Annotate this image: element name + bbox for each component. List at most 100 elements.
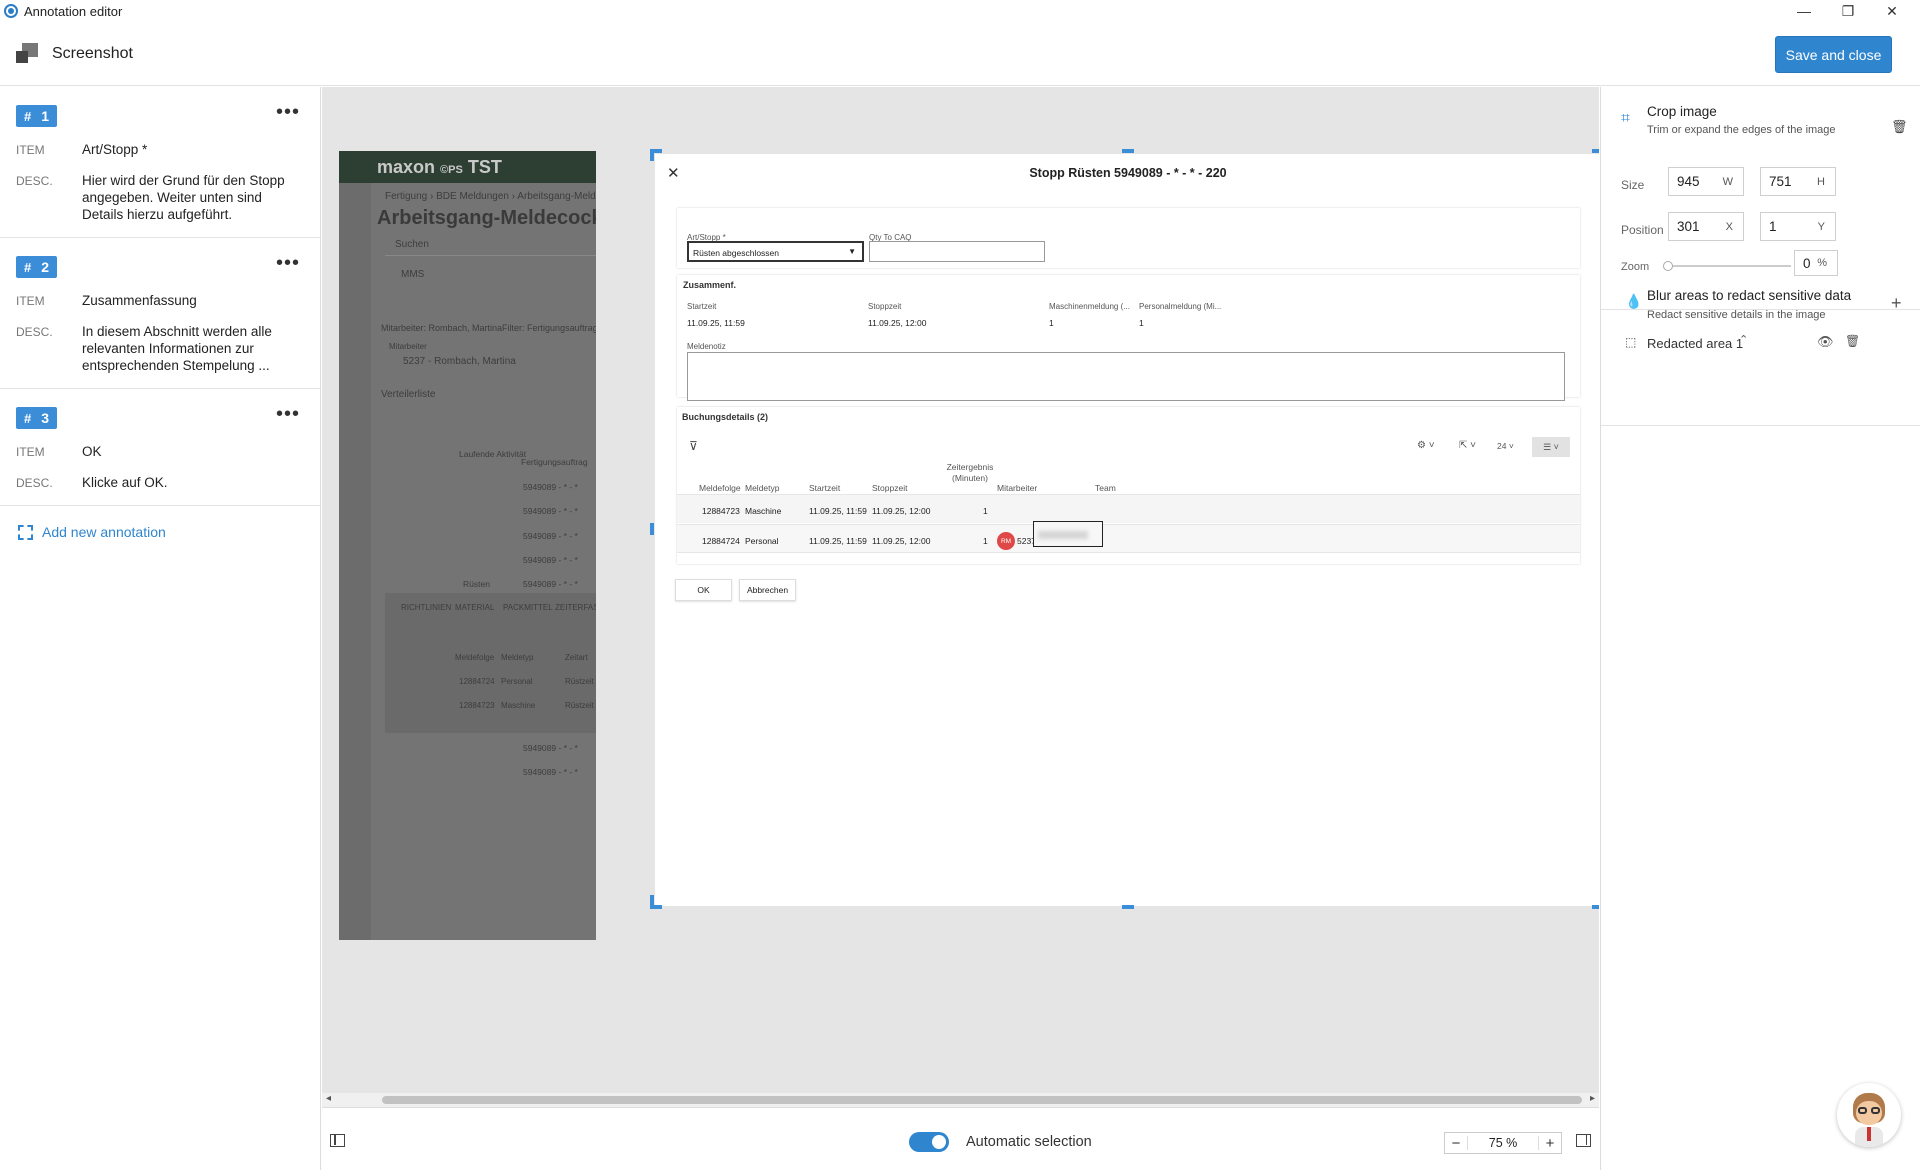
horizontal-scrollbar[interactable]: ◂ ▸ bbox=[322, 1093, 1599, 1107]
dropdown-caret-icon: ▼ bbox=[848, 247, 856, 256]
more-options-icon[interactable]: ••• bbox=[276, 253, 300, 273]
annotation-desc: In diesem Abschnitt werden alle relevant… bbox=[82, 324, 272, 373]
cell-minutes: 1 bbox=[983, 506, 988, 516]
toggle-left-panel-icon[interactable] bbox=[330, 1134, 345, 1147]
qty-input[interactable] bbox=[869, 241, 1045, 262]
zoom-input[interactable]: 0% bbox=[1794, 250, 1838, 276]
screenshot-icon bbox=[16, 42, 40, 65]
chevron-up-icon[interactable]: ⌃ bbox=[1739, 333, 1748, 346]
cell-stop: 11.09.25, 12:00 bbox=[872, 536, 931, 546]
more-options-icon[interactable]: ••• bbox=[276, 102, 300, 122]
bg-sub-cell: 12884723 bbox=[459, 701, 495, 710]
pos-y-input[interactable]: 1Y bbox=[1760, 212, 1836, 241]
summary-section: Zusammenf. Startzeit Stoppzeit Maschinen… bbox=[677, 275, 1580, 401]
crop-handle-bl[interactable] bbox=[650, 895, 654, 909]
crop-subtitle: Trim or expand the edges of the image bbox=[1647, 124, 1836, 136]
dialog-title: Stopp Rüsten 5949089 - * - * - 220 bbox=[1029, 166, 1227, 180]
crop-handle-br[interactable] bbox=[1592, 905, 1599, 909]
minimize-button[interactable]: — bbox=[1782, 0, 1826, 22]
automatic-selection-toggle[interactable] bbox=[909, 1132, 949, 1152]
zoom-in-button[interactable]: + bbox=[1539, 1135, 1561, 1152]
more-options-icon[interactable]: ••• bbox=[276, 404, 300, 424]
annotation-item: OK bbox=[82, 444, 102, 459]
table-row[interactable]: 12884723 Maschine 11.09.25, 11:59 11.09.… bbox=[677, 494, 1580, 523]
annotation-desc: Klicke auf OK. bbox=[82, 475, 168, 490]
width-input[interactable]: 945 W bbox=[1668, 167, 1744, 196]
window-title: Annotation editor bbox=[24, 3, 123, 19]
bg-sub-cell: 12884724 bbox=[459, 677, 495, 686]
booking-title: Buchungsdetails (2) bbox=[682, 412, 769, 422]
crop-handle-tr[interactable] bbox=[1592, 149, 1599, 153]
redacted-area-item[interactable]: ⬚ Redacted area 1 ⌃ 👁 🗑 bbox=[1617, 330, 1907, 356]
image-canvas[interactable]: maxon ©PS TST Fertigung › BDE Meldungen … bbox=[322, 87, 1599, 1107]
zoom-slider[interactable] bbox=[1663, 261, 1791, 271]
add-blur-area-icon[interactable]: + bbox=[1891, 293, 1902, 314]
restore-button[interactable]: ❐ bbox=[1826, 0, 1870, 22]
crop-icon: ⌗ bbox=[1621, 110, 1631, 127]
add-area-icon bbox=[18, 524, 33, 540]
table-header: Team bbox=[1095, 483, 1116, 493]
crop-handle-tl[interactable] bbox=[650, 149, 654, 161]
hash-icon: # bbox=[24, 410, 32, 426]
crop-region[interactable]: ✕ Stopp Rüsten 5949089 - * - * - 220 Art… bbox=[655, 154, 1599, 906]
crop-handle-bottom[interactable] bbox=[1122, 905, 1134, 909]
view-toggle-icon[interactable]: ☰ ˅ bbox=[1532, 437, 1570, 457]
automatic-selection-label: Automatic selection bbox=[966, 1134, 1092, 1150]
close-window-button[interactable]: ✕ bbox=[1870, 0, 1914, 22]
visibility-eye-icon[interactable]: 👁 bbox=[1817, 334, 1834, 350]
position-label: Position bbox=[1621, 223, 1664, 237]
cell-meldetyp: Maschine bbox=[745, 506, 782, 516]
settings-icon[interactable]: ⚙ ˅ bbox=[1417, 440, 1435, 451]
scroll-right-icon[interactable]: ▸ bbox=[1590, 1093, 1595, 1104]
scroll-left-icon[interactable]: ◂ bbox=[326, 1093, 331, 1104]
bg-order: 5949089 - * - * bbox=[523, 531, 578, 541]
bg-sidebar bbox=[339, 183, 371, 940]
annotation-card[interactable]: #3 ••• ITEM OK DESC. Klicke auf OK. bbox=[0, 389, 320, 506]
summary-value: 11.09.25, 11:59 bbox=[687, 318, 745, 328]
delete-redacted-area-icon[interactable]: 🗑 bbox=[1845, 334, 1860, 348]
annotation-desc: Hier wird der Grund für den Stopp angege… bbox=[82, 173, 285, 222]
cell-start: 11.09.25, 11:59 bbox=[809, 506, 867, 516]
crop-handle-top[interactable] bbox=[1122, 149, 1134, 153]
filter-icon[interactable]: ⊽ bbox=[689, 439, 698, 453]
table-header: Zeitergebnis (Minuten) bbox=[946, 462, 994, 483]
table-header: Startzeit bbox=[809, 483, 841, 493]
zoom-out-button[interactable]: − bbox=[1445, 1135, 1467, 1152]
save-and-close-button[interactable]: Save and close bbox=[1775, 36, 1892, 73]
add-annotation-button[interactable]: Add new annotation bbox=[0, 506, 320, 558]
scrollbar-thumb[interactable] bbox=[382, 1096, 1582, 1104]
annotation-card[interactable]: #1 ••• ITEM Art/Stopp * DESC. Hier wird de… bbox=[0, 87, 320, 238]
zoom-value[interactable]: 75 % bbox=[1467, 1136, 1539, 1150]
cancel-button[interactable]: Abbrechen bbox=[739, 579, 796, 601]
annotation-item: Art/Stopp * bbox=[82, 142, 148, 157]
bg-sub-cell: Maschine bbox=[501, 701, 536, 710]
annotation-number-badge: #3 bbox=[16, 407, 58, 429]
cell-stop: 11.09.25, 12:00 bbox=[872, 506, 931, 516]
page-size-select[interactable]: 24 ˅ bbox=[1497, 441, 1514, 451]
bg-breadcrumb: Fertigung › BDE Meldungen › Arbeitsgang-… bbox=[385, 191, 596, 202]
redacted-area[interactable] bbox=[1033, 521, 1103, 547]
toggle-right-panel-icon[interactable] bbox=[1576, 1134, 1591, 1147]
art-stopp-select[interactable]: Rüsten abgeschlossen ▼ bbox=[687, 241, 864, 262]
table-header: Meldetyp bbox=[745, 483, 780, 493]
pos-x-input[interactable]: 301 X bbox=[1668, 212, 1744, 241]
bg-order: 5949089 - * - * bbox=[523, 579, 578, 589]
cell-meldefolge: 12884723 bbox=[702, 506, 740, 516]
note-textarea[interactable] bbox=[687, 352, 1565, 401]
crop-handle-left[interactable] bbox=[650, 523, 654, 535]
table-row[interactable]: 12884724 Personal 11.09.25, 11:59 11.09.… bbox=[677, 521, 1580, 553]
cell-meldetyp: Personal bbox=[745, 536, 779, 546]
export-icon[interactable]: ⇱ ˅ bbox=[1459, 440, 1476, 451]
booking-details-section: Buchungsdetails (2) ⊽ ⚙ ˅ ⇱ ˅ 24 ˅ ☰ ˅ M… bbox=[677, 407, 1580, 564]
item-key: ITEM bbox=[16, 294, 45, 308]
bg-list-title: Verteilerliste bbox=[381, 389, 436, 400]
height-input[interactable]: 751 H bbox=[1760, 167, 1836, 196]
bg-sub-col: Zeitart bbox=[565, 653, 588, 662]
delete-crop-icon[interactable]: 🗑 bbox=[1891, 119, 1908, 135]
bg-sub-cell: Personal bbox=[501, 677, 533, 686]
ok-button[interactable]: OK bbox=[675, 579, 732, 601]
annotation-card[interactable]: #2 ••• ITEM Zusammenfassung DESC. In diese… bbox=[0, 238, 320, 389]
bg-page-title: Arbeitsgang-Meldecockpit bbox=[377, 207, 596, 229]
bg-col-order: Fertigungsauftrag bbox=[521, 457, 588, 467]
assistant-avatar[interactable] bbox=[1837, 1083, 1901, 1147]
